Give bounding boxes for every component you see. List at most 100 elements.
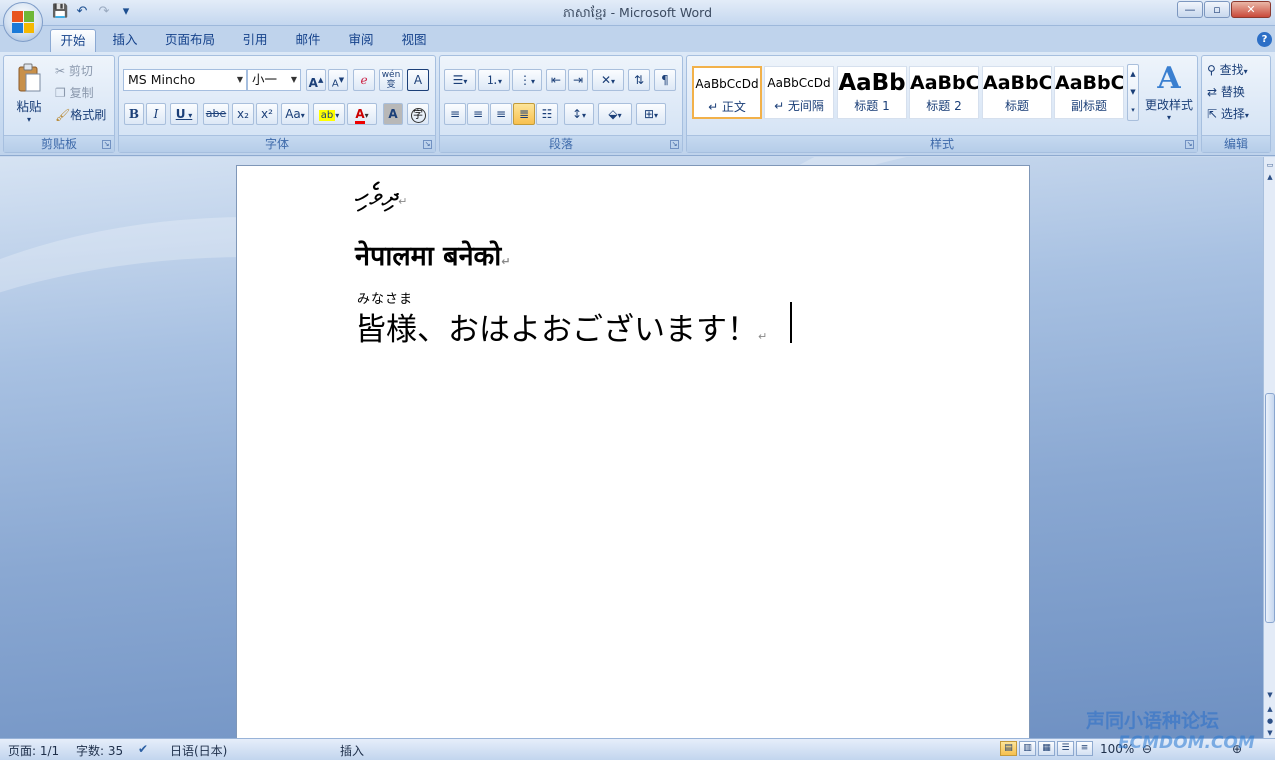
editing-group-label: 编辑	[1202, 135, 1270, 152]
find-button[interactable]: ⚲ 查找▾	[1206, 60, 1268, 78]
clipboard-launcher-icon[interactable]: ↘	[102, 140, 111, 149]
borders-button[interactable]: ⊞▾	[636, 103, 666, 125]
copy-button[interactable]: ❐ 复制	[54, 83, 110, 101]
sort-button[interactable]: ⇅	[628, 69, 650, 91]
scrollbar-thumb[interactable]	[1265, 393, 1275, 623]
superscript-button[interactable]: x²	[256, 103, 278, 125]
document-page[interactable]: ދިވެހި↵ नेपालमा बनेको↵ みなさま 皆様、おはよおございます…	[236, 165, 1030, 738]
print-layout-icon[interactable]: ▤	[1000, 741, 1017, 756]
devanagari-line[interactable]: नेपालमा बनेको↵	[355, 236, 511, 273]
style-title[interactable]: AaBbC 标题	[982, 66, 1052, 119]
bullets-button[interactable]: ☰▾	[444, 69, 476, 91]
office-logo-icon	[12, 11, 34, 33]
show-marks-button[interactable]: ¶	[654, 69, 676, 91]
paste-button[interactable]: 粘贴 ▾	[10, 60, 48, 130]
word-count[interactable]: 字数: 35	[76, 742, 123, 759]
eraser-icon: ℯ	[360, 73, 368, 87]
shading-button[interactable]: ⬙▾	[598, 103, 632, 125]
font-color-button[interactable]: A▾	[347, 103, 377, 125]
character-shading-button[interactable]: A	[383, 103, 403, 125]
tab-insert[interactable]: 插入	[106, 29, 144, 52]
ruler-toggle-icon[interactable]: ▭	[1264, 159, 1275, 171]
font-size-combo[interactable]: 小一 ▼	[247, 69, 301, 91]
subscript-button[interactable]: x₂	[232, 103, 254, 125]
vertical-scrollbar[interactable]: ▭ ▲ ▼ ▲ ● ▼	[1263, 157, 1275, 738]
underline-button[interactable]: U ▾	[170, 103, 198, 125]
change-styles-button[interactable]: A 更改样式 ▾	[1142, 60, 1196, 132]
tab-page-layout[interactable]: 页面布局	[158, 29, 222, 52]
align-center-button[interactable]: ≡	[467, 103, 489, 125]
grow-font-button[interactable]: A▲	[306, 69, 326, 91]
paragraph-launcher-icon[interactable]: ↘	[670, 140, 679, 149]
scroll-down-icon[interactable]: ▼	[1264, 689, 1275, 701]
proofing-icon[interactable]: ✔	[138, 742, 148, 756]
tab-home[interactable]: 开始	[50, 29, 96, 52]
increase-indent-icon: ⇥	[572, 73, 584, 87]
styles-launcher-icon[interactable]: ↘	[1185, 140, 1194, 149]
multilevel-list-button[interactable]: ⋮▾	[512, 69, 542, 91]
web-layout-icon[interactable]: ▦	[1038, 741, 1055, 756]
copy-icon: ❐	[55, 86, 66, 100]
tab-mailings[interactable]: 邮件	[289, 29, 327, 52]
style-no-spacing[interactable]: AaBbCcDd ↵ 无间隔	[764, 66, 834, 119]
close-button[interactable]: ✕	[1231, 1, 1271, 18]
phonetic-guide-button[interactable]: wén 变	[379, 69, 403, 91]
enclose-characters-button[interactable]: 字	[407, 103, 429, 125]
justify-button[interactable]: ≣	[513, 103, 535, 125]
decrease-indent-icon: ⇤	[550, 73, 562, 87]
select-button[interactable]: ⇱ 选择▾	[1206, 104, 1268, 122]
increase-indent-button[interactable]: ⇥	[568, 69, 588, 91]
full-screen-reading-icon[interactable]: ▥	[1019, 741, 1036, 756]
strikethrough-button[interactable]: abe	[203, 103, 229, 125]
align-right-button[interactable]: ≡	[490, 103, 512, 125]
insert-mode[interactable]: 插入	[340, 742, 364, 759]
thaana-line[interactable]: ދިވެހި↵	[355, 178, 407, 213]
decrease-indent-button[interactable]: ⇤	[546, 69, 566, 91]
line-spacing-button[interactable]: ↕▾	[564, 103, 594, 125]
outline-icon[interactable]: ☰	[1057, 741, 1074, 756]
draft-icon[interactable]: ≡	[1076, 741, 1093, 756]
styles-scroll[interactable]: ▲ ▼ ▾	[1127, 64, 1139, 121]
binoculars-icon: ⚲	[1207, 63, 1216, 77]
window-title: ភាសាខ្មែរ - Microsoft Word	[562, 5, 713, 20]
cut-button[interactable]: ✂ 剪切	[54, 61, 110, 79]
scroll-up-icon[interactable]: ▲	[1264, 171, 1275, 183]
change-case-button[interactable]: Aa▾	[281, 103, 309, 125]
view-buttons: ▤ ▥ ▦ ☰ ≡	[1000, 741, 1093, 756]
shrink-font-button[interactable]: A▼	[328, 69, 348, 91]
language-indicator[interactable]: 日语(日本)	[170, 742, 227, 759]
maximize-button[interactable]: ▫	[1204, 1, 1230, 18]
character-border-button[interactable]: A	[407, 69, 429, 91]
previous-page-icon[interactable]: ▲	[1264, 703, 1275, 715]
window-controls: — ▫ ✕	[1177, 1, 1271, 18]
style-heading-2[interactable]: AaBbC 标题 2	[909, 66, 979, 119]
office-button[interactable]	[3, 2, 43, 42]
japanese-line[interactable]: 皆様、おはよおございます！↵	[355, 304, 767, 349]
style-subtitle[interactable]: AaBbC 副标题	[1054, 66, 1124, 119]
tab-review[interactable]: 审阅	[342, 29, 380, 52]
asian-layout-button[interactable]: ✕▾	[592, 69, 624, 91]
bold-button[interactable]: B	[124, 103, 144, 125]
tab-view[interactable]: 视图	[395, 29, 433, 52]
highlight-button[interactable]: ab ▾	[313, 103, 345, 125]
font-name-combo[interactable]: MS Mincho ▼	[123, 69, 247, 91]
style-heading-1[interactable]: AaBb 标题 1	[837, 66, 907, 119]
browse-object-icon[interactable]: ●	[1264, 715, 1275, 727]
format-painter-button[interactable]: 🖌格式刷	[54, 105, 114, 123]
distributed-button[interactable]: ☷	[536, 103, 558, 125]
italic-button[interactable]: I	[146, 103, 166, 125]
replace-button[interactable]: ⇄ 替换	[1206, 82, 1268, 100]
font-launcher-icon[interactable]: ↘	[423, 140, 432, 149]
chevron-down-icon: ▼	[1130, 88, 1136, 96]
page-count[interactable]: 页面: 1/1	[8, 742, 59, 759]
clear-formatting-button[interactable]: ℯ	[353, 69, 375, 91]
highlighter-icon: ab	[318, 110, 336, 121]
styles-group: AaBbCcDd ↵ 正文 AaBbCcDd ↵ 无间隔 AaBb 标题 1 A…	[686, 55, 1198, 153]
numbering-button[interactable]: ⒈▾	[478, 69, 510, 91]
tab-references[interactable]: 引用	[236, 29, 274, 52]
pilcrow-icon: ¶	[661, 73, 669, 87]
style-normal[interactable]: AaBbCcDd ↵ 正文	[692, 66, 762, 119]
help-icon[interactable]: ?	[1257, 32, 1272, 47]
minimize-button[interactable]: —	[1177, 1, 1203, 18]
align-left-button[interactable]: ≡	[444, 103, 466, 125]
